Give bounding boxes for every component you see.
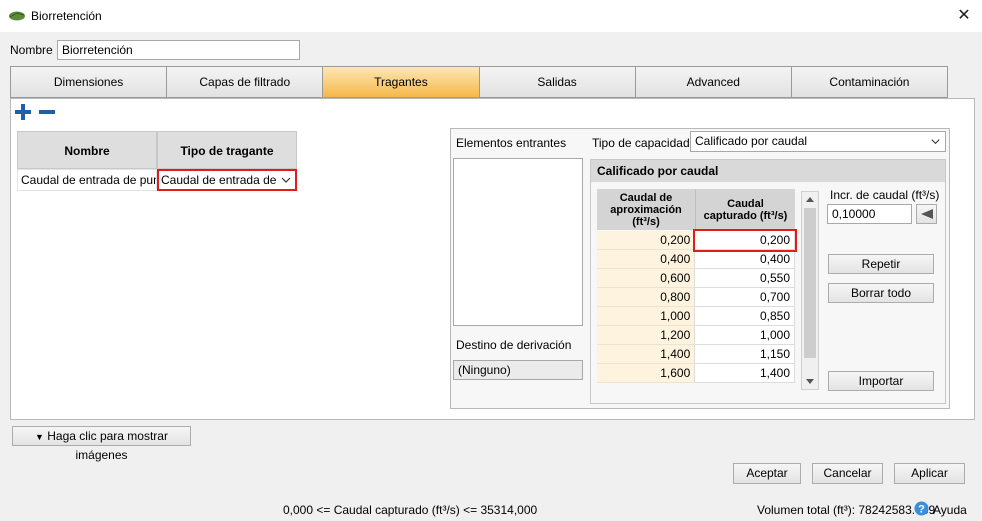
tab-dimensiones[interactable]: Dimensiones [11, 67, 168, 97]
tab-tragantes[interactable]: Tragantes [323, 67, 480, 97]
table-row: 1,000 0,850 [597, 306, 795, 326]
bypass-destination-label: Destino de derivación [456, 338, 572, 352]
apply-button[interactable]: Aplicar [894, 463, 965, 484]
incoming-elements-list[interactable] [453, 158, 583, 326]
cancel-button[interactable]: Cancelar [812, 463, 883, 484]
approach-flow-cell[interactable]: 0,800 [597, 287, 695, 307]
inlet-type-dropdown[interactable]: Caudal de entrada de punto [157, 169, 297, 191]
accept-button[interactable]: Aceptar [733, 463, 801, 484]
capacity-type-label: Tipo de capacidad [592, 136, 690, 150]
repeat-button[interactable]: Repetir [828, 254, 934, 274]
capacity-type-select[interactable]: Calificado por caudal [690, 131, 946, 152]
approach-flow-cell[interactable]: 0,400 [597, 249, 695, 269]
captured-flow-cell[interactable]: 1,400 [694, 363, 795, 383]
bioretention-app-icon [9, 11, 25, 21]
svg-text:?: ? [918, 504, 925, 516]
total-volume-text: Volumen total (ft³): 78242583.789 [757, 503, 936, 517]
rated-flow-table: 0,200 0,200 0,400 0,400 0,600 0,550 0,800 0,700… [597, 228, 797, 383]
help-icon[interactable]: ? [914, 501, 929, 516]
captured-flow-header: Caudal capturado (ft³/s) [695, 189, 795, 230]
name-label: Nombre [10, 43, 53, 57]
incoming-elements-label: Elementos entrantes [456, 136, 567, 150]
rated-table-header: Caudal de aproximación (ft³/s) Caudal ca… [597, 189, 795, 230]
tab-contaminacion[interactable]: Contaminación [791, 67, 948, 97]
approach-flow-cell[interactable]: 1,600 [597, 363, 695, 383]
name-input[interactable]: Biorretención [57, 40, 300, 60]
scroll-down-icon[interactable] [804, 377, 816, 387]
triangle-left-icon [921, 209, 933, 219]
import-button[interactable]: Importar [828, 371, 934, 391]
chevron-down-icon[interactable] [929, 135, 942, 148]
close-icon[interactable]: ✕ [952, 4, 976, 28]
captured-flow-cell[interactable]: 0,200 [692, 228, 797, 252]
help-label[interactable]: Ayuda [933, 503, 967, 517]
grid-header-name: Nombre [17, 131, 157, 169]
bypass-destination-field[interactable]: (Ninguno) [453, 360, 583, 380]
captured-flow-cell[interactable]: 0,550 [694, 268, 795, 288]
approach-flow-cell[interactable]: 1,000 [597, 306, 695, 326]
grid-header-inlet-type: Tipo de tragante [157, 131, 297, 169]
title-bar [0, 0, 982, 32]
captured-flow-cell[interactable]: 0,400 [694, 249, 795, 269]
flow-increment-label: Incr. de caudal (ft³/s) [830, 188, 940, 202]
table-row: 1,400 1,150 [597, 344, 795, 364]
chevron-down-icon[interactable] [279, 173, 293, 187]
tab-advanced[interactable]: Advanced [635, 67, 792, 97]
captured-flow-cell[interactable]: 1,000 [694, 325, 795, 345]
show-images-label: Haga clic para mostrar imágenes [47, 429, 168, 462]
table-scrollbar[interactable] [801, 191, 819, 390]
flow-increment-input[interactable]: 0,10000 [827, 204, 912, 224]
grid-cell-name[interactable]: Caudal de entrada de punto [17, 169, 157, 191]
approach-flow-cell[interactable]: 0,600 [597, 268, 695, 288]
captured-flow-cell[interactable]: 0,850 [694, 306, 795, 326]
table-row: 0,800 0,700 [597, 287, 795, 307]
table-row: 1,200 1,000 [597, 325, 795, 345]
captured-flow-cell[interactable]: 0,700 [694, 287, 795, 307]
add-icon[interactable] [14, 103, 32, 121]
inlet-type-value: Caudal de entrada de punto [161, 173, 277, 187]
table-row: 0,600 0,550 [597, 268, 795, 288]
table-row: 0,400 0,400 [597, 249, 795, 269]
show-images-button[interactable]: ▼ Haga clic para mostrar imágenes [12, 426, 191, 462]
table-row: 1,600 1,400 [597, 363, 795, 383]
tab-salidas[interactable]: Salidas [479, 67, 636, 97]
captured-flow-cell[interactable]: 1,150 [694, 344, 795, 364]
approach-flow-cell[interactable]: 0,200 [597, 230, 695, 250]
table-row: 0,200 0,200 [597, 228, 797, 252]
approach-flow-header: Caudal de aproximación (ft³/s) [610, 191, 682, 228]
captured-flow-range-text: 0,000 <= Caudal capturado (ft³/s) <= 353… [283, 503, 538, 517]
approach-flow-cell[interactable]: 1,400 [597, 344, 695, 364]
approach-flow-cell[interactable]: 1,200 [597, 325, 695, 345]
tab-bar: Dimensiones Capas de filtrado Tragantes … [10, 66, 948, 98]
scroll-up-icon[interactable] [804, 194, 816, 204]
capacity-type-value: Calificado por caudal [695, 134, 808, 148]
tab-capas-de-filtrado[interactable]: Capas de filtrado [167, 67, 324, 97]
window-title: Biorretención [31, 9, 102, 23]
remove-icon[interactable] [38, 103, 56, 121]
rated-by-flow-title: Calificado por caudal [591, 160, 945, 182]
scrollbar-thumb[interactable] [804, 208, 816, 358]
clear-all-button[interactable]: Borrar todo [828, 283, 934, 303]
fill-increment-button[interactable] [916, 204, 937, 224]
expand-chevrons-icon: ▼ [35, 432, 44, 442]
